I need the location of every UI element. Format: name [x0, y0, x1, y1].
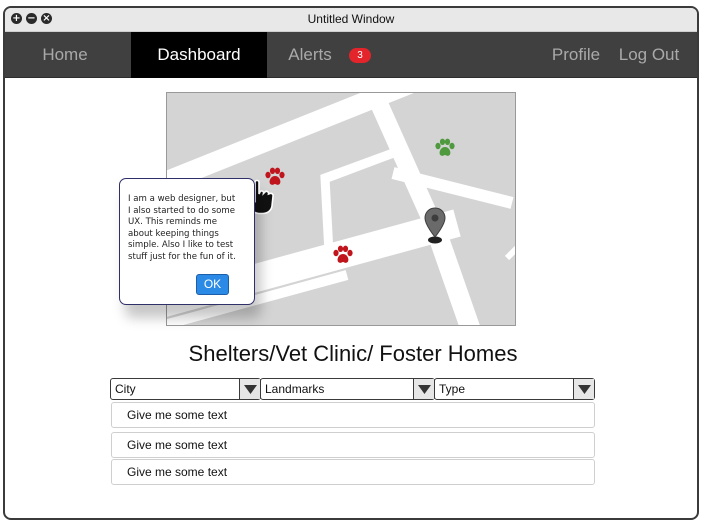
list-item-text: Give me some text — [127, 408, 228, 422]
list-item-text: Give me some text — [127, 438, 228, 452]
list-item-text: Give me some text — [127, 465, 228, 479]
nav-alerts[interactable]: Alerts — [277, 32, 343, 78]
nav-home[interactable]: Home — [27, 32, 103, 78]
chevron-down-icon[interactable] — [239, 379, 260, 399]
map-pin-icon[interactable] — [424, 207, 446, 245]
chevron-down-icon[interactable] — [573, 379, 594, 399]
nav-logout[interactable]: Log Out — [611, 32, 687, 78]
alerts-count-badge: 3 — [349, 48, 371, 63]
title-bar: + − × Untitled Window — [5, 8, 697, 32]
landmarks-select-value: Landmarks — [265, 382, 325, 396]
chevron-down-icon[interactable] — [413, 379, 434, 399]
nav-profile[interactable]: Profile — [545, 32, 607, 78]
window-title: Untitled Window — [307, 12, 395, 26]
app-window: + − × Untitled Window Home Dashboard Ale… — [3, 6, 699, 520]
landmarks-select[interactable]: Landmarks — [260, 378, 435, 400]
nav-dashboard[interactable]: Dashboard — [131, 32, 267, 78]
paw-icon[interactable] — [332, 245, 354, 265]
info-popup: I am a web designer, but I also started … — [119, 178, 255, 305]
list-item[interactable]: Give me some text — [111, 402, 595, 428]
section-title: Shelters/Vet Clinic/ Foster Homes — [188, 341, 518, 366]
main-nav: Home Dashboard Alerts 3 Profile Log Out — [5, 32, 697, 78]
type-select[interactable]: Type — [434, 378, 595, 400]
city-select[interactable]: City — [110, 378, 261, 400]
list-item[interactable]: Give me some text — [111, 432, 595, 458]
paw-icon[interactable] — [434, 138, 456, 158]
popup-message: I am a web designer, but I also started … — [128, 194, 236, 262]
popup-ok-button[interactable]: OK — [196, 274, 229, 295]
list-item[interactable]: Give me some text — [111, 459, 595, 485]
city-select-value: City — [115, 382, 136, 396]
type-select-value: Type — [439, 382, 466, 396]
